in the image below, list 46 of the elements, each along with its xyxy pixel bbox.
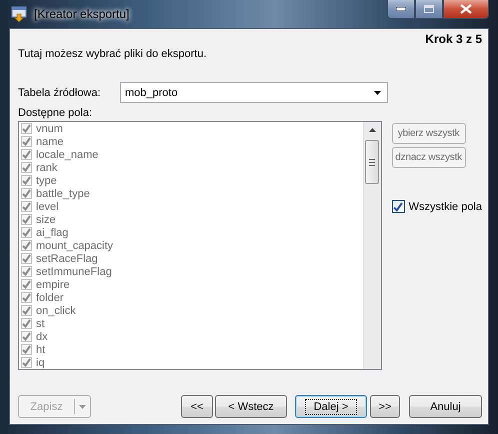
field-name: on_click (36, 304, 76, 316)
field-name: vnum (36, 122, 63, 134)
close-icon (460, 4, 472, 14)
minimize-button[interactable] (387, 0, 415, 19)
field-name: st (36, 318, 45, 330)
field-name: dx (36, 330, 48, 342)
minimize-icon (396, 7, 406, 11)
field-name: level (36, 200, 59, 212)
side-button[interactable]: ybierz wszystk (392, 123, 466, 144)
source-table-dropdown[interactable]: mob_proto (120, 82, 388, 103)
checkmark-icon (393, 202, 404, 212)
step-indicator: Krok 3 z 5 (425, 32, 482, 46)
side-button[interactable]: dznacz wszystk (392, 147, 466, 168)
field-name: rank (36, 162, 58, 174)
wizard-button[interactable]: << (181, 395, 213, 418)
dropdown-arrow-icon (374, 90, 381, 94)
field-name: ht (36, 344, 46, 356)
close-button[interactable] (443, 0, 489, 19)
field-name: type (36, 174, 57, 186)
maximize-button[interactable] (415, 0, 443, 19)
field-name: iq (36, 356, 45, 368)
scroll-thumb[interactable] (365, 140, 380, 184)
source-table-label: Tabela źródłowa: (18, 86, 102, 98)
field-name: locale_name (36, 148, 98, 160)
field-name: empire (36, 278, 70, 290)
wizard-button[interactable]: >> (370, 395, 400, 418)
scrollbar[interactable] (362, 122, 381, 369)
field-name: name (36, 136, 64, 148)
field-name: mount_capacity (36, 240, 114, 252)
maximize-icon (424, 5, 434, 13)
wizard-button[interactable]: < Wstecz (215, 395, 287, 418)
fields-label: Dostępne pola: (18, 107, 93, 119)
field-name: setRaceFlag (36, 252, 98, 264)
scroll-up-icon (368, 128, 376, 132)
wizard-button[interactable]: Anuluj (409, 395, 482, 418)
all-fields-checkbox[interactable]: Wszystkie pola (392, 200, 482, 213)
field-name: ai_flag (36, 226, 68, 238)
field-name: battle_type (36, 188, 90, 200)
field-name: setImmuneFlag (36, 266, 112, 278)
window-title: [Kreator eksportu] (34, 7, 130, 21)
wizard-button[interactable]: Dalej > (295, 395, 367, 418)
app-icon (11, 6, 27, 22)
description: Tutaj możesz wybrać pliki do eksportu. (18, 48, 208, 60)
caret-icon (79, 404, 86, 408)
field-name: folder (36, 292, 64, 304)
field-name: size (36, 214, 56, 226)
